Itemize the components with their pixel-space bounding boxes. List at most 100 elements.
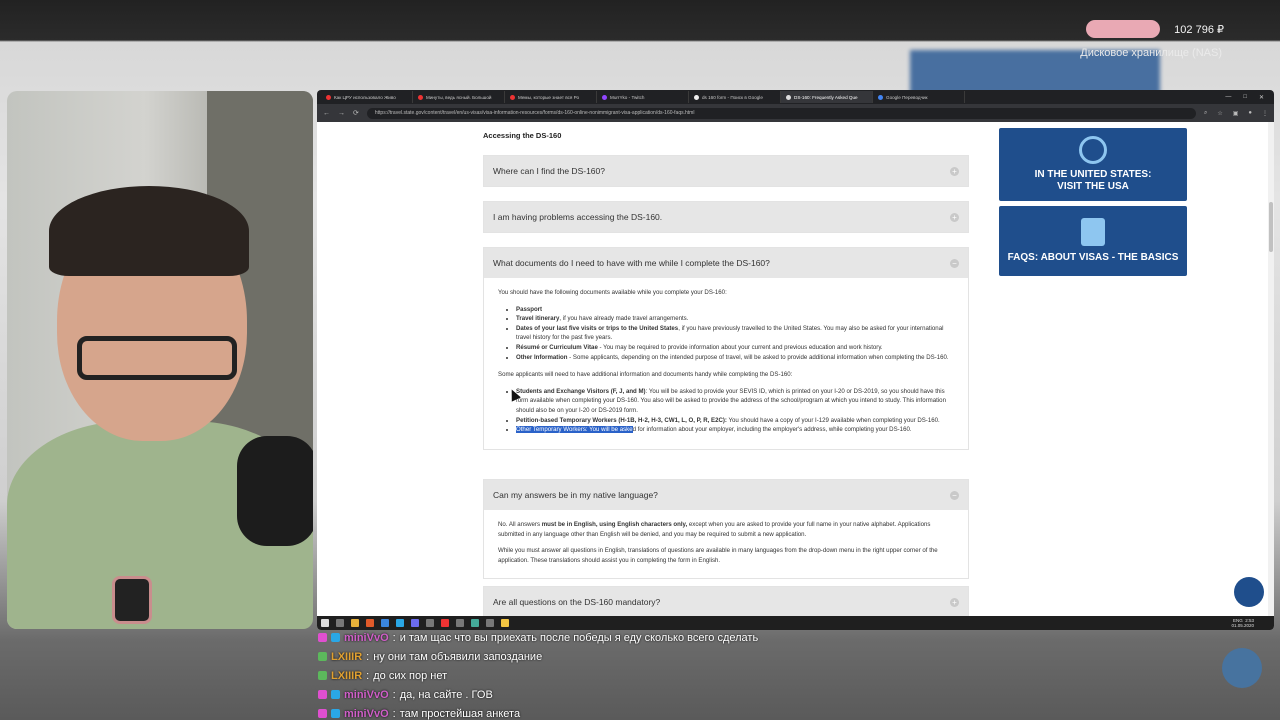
stream-overlay-top: 102 796 ₽	[1086, 20, 1224, 38]
taskbar-app-icon[interactable]	[456, 619, 464, 627]
taskbar-app-icon[interactable]	[486, 619, 494, 627]
browser-tab[interactable]: ds 160 form - Поиск в Google	[689, 91, 781, 103]
taskbar-app-icon[interactable]	[471, 619, 479, 627]
webcam-microphone	[237, 436, 313, 546]
scrollbar[interactable]	[1268, 122, 1274, 616]
taskbar-app-icon[interactable]	[381, 619, 389, 627]
card-subtitle: VISIT THE USA	[1057, 181, 1129, 192]
back-icon[interactable]: ←	[323, 110, 330, 117]
visit-usa-card[interactable]: IN THE UNITED STATES: VISIT THE USA	[999, 128, 1187, 201]
webcam-person-glasses	[77, 336, 237, 380]
menu-icon[interactable]: ⋮	[1262, 110, 1268, 117]
list-item-text: You should have a copy of your I-129 ava…	[726, 416, 940, 424]
badge-icon	[318, 633, 327, 642]
expand-icon[interactable]: +	[950, 166, 959, 176]
tab-label: DS-160: Frequently Asked Que	[794, 94, 858, 100]
accordion-header[interactable]: Are all questions on the DS-160 mandator…	[484, 587, 968, 616]
list-item-bold: Passport	[516, 305, 543, 313]
badge-icon	[318, 671, 327, 680]
chat-text: и там щас что вы приехать после победы я…	[399, 631, 759, 644]
forward-icon[interactable]: →	[338, 110, 345, 117]
accordion-item[interactable]: Are all questions on the DS-160 mandator…	[483, 586, 969, 616]
list-item-bold: Other Information	[516, 353, 568, 361]
chat-nick: miniVvO	[344, 707, 389, 720]
accordion-title: Can my answers be in my native language?	[493, 490, 658, 500]
taskbar-clock[interactable]: ENG 2:53 01.05.2020	[1231, 618, 1274, 628]
tab-label: ds 160 form - Поиск в Google	[702, 94, 763, 100]
webcam-feed	[7, 91, 313, 629]
chatbot-icon[interactable]	[1234, 577, 1264, 607]
expand-icon[interactable]: +	[950, 597, 959, 607]
chat-text: там простейшая анкета	[399, 707, 521, 720]
list-item: Résumé or Curriculum Vitae - You may be …	[516, 343, 954, 353]
accordion-header[interactable]: Where can I find the DS-160? +	[484, 156, 968, 186]
faqs-basics-card[interactable]: FAQS: ABOUT VISAS - THE BASICS	[999, 206, 1187, 276]
chat-nick: LXIIIR	[331, 669, 363, 682]
accordion-item-expanded[interactable]: Can my answers be in my native language?…	[483, 479, 969, 580]
chat-separator: :	[392, 707, 396, 720]
start-icon[interactable]	[321, 619, 329, 627]
list-item-text: d for information about your employer, i…	[632, 426, 912, 434]
close-icon[interactable]: ✕	[1259, 94, 1264, 101]
browser-tab[interactable]: Google Переводчик	[873, 91, 965, 103]
list-item-text: - You may be required to provide informa…	[597, 343, 883, 351]
chat-message: miniVvO: там простейшая анкета	[318, 704, 918, 720]
accordion-item[interactable]: Where can I find the DS-160? +	[483, 155, 969, 187]
chat-nick: miniVvO	[344, 688, 389, 701]
accordion-item-expanded[interactable]: What documents do I need to have with me…	[483, 247, 969, 450]
chat-separator: :	[366, 669, 370, 682]
zoom-icon[interactable]: ⌕	[1204, 110, 1207, 117]
minimize-icon[interactable]: —	[1225, 94, 1231, 101]
bookmark-star-icon[interactable]: ☆	[1217, 110, 1222, 117]
collapse-icon[interactable]: −	[950, 258, 959, 268]
url-input[interactable]: https://travel.state.gov/content/travel/…	[366, 107, 1196, 119]
profile-icon[interactable]: ●	[1248, 110, 1252, 117]
list-item: Travel itinerary, if you have already ma…	[516, 314, 954, 324]
chat-text: ну они там объявили запоздание	[373, 650, 543, 663]
accordion-title: What documents do I need to have with me…	[493, 258, 770, 268]
book-icon	[1081, 218, 1105, 246]
taskbar-app-icon[interactable]	[336, 619, 344, 627]
extensions-icon[interactable]: ▣	[1233, 110, 1239, 117]
body-paragraph: While you must answer all questions in E…	[498, 547, 938, 564]
taskbar-app-icon[interactable]	[426, 619, 434, 627]
list-item-bold: Dates of your last five visits or trips …	[516, 324, 679, 332]
browser-toolbar-icons: ⌕ ☆ ▣ ● ⋮	[1204, 110, 1268, 117]
accordion-item[interactable]: I am having problems accessing the DS-16…	[483, 201, 969, 233]
browser-tab[interactable]: MurrYkо - Twitch	[597, 91, 689, 103]
accordion-header[interactable]: Can my answers be in my native language?…	[484, 480, 968, 510]
reload-icon[interactable]: ⟳	[353, 109, 359, 117]
expand-icon[interactable]: +	[950, 212, 959, 222]
list-item-bold: Résumé or Curriculum Vitae	[516, 343, 598, 351]
address-bar-row: ← → ⟳ https://travel.state.gov/content/t…	[317, 104, 1274, 122]
taskbar-app-icon[interactable]	[441, 619, 449, 627]
taskbar-app-icon[interactable]	[501, 619, 509, 627]
chat-message: miniVvO: и там щас что вы приехать после…	[318, 628, 918, 647]
paragraph-text: No. All answers	[498, 521, 542, 528]
browser-tab[interactable]: Минуты, ведь ясный. Большой	[413, 91, 505, 103]
accordion-header[interactable]: I am having problems accessing the DS-16…	[484, 202, 968, 232]
list-item: Petition-based Temporary Workers (H-1B, …	[516, 416, 954, 426]
badge-icon	[318, 652, 327, 661]
card-title: IN THE UNITED STATES:	[1034, 169, 1152, 180]
list-item-text: , if you have already made travel arrang…	[559, 315, 689, 323]
taskbar-app-icon[interactable]	[396, 619, 404, 627]
accordion-body: You should have the following documents …	[484, 278, 968, 449]
clock-date: 01.05.2020	[1231, 623, 1254, 628]
webcam-person-hair	[49, 186, 249, 276]
window-controls: — □ ✕	[1225, 94, 1274, 101]
browser-tab[interactable]: Мемы, которые знает вся Ро	[505, 91, 597, 103]
maximize-icon[interactable]: □	[1243, 94, 1247, 101]
tab-favicon-icon	[694, 94, 699, 100]
taskbar-app-icon[interactable]	[351, 619, 359, 627]
tab-label: Google Переводчик	[886, 94, 928, 100]
list-item: Students and Exchange Visitors (F, J, an…	[516, 387, 954, 416]
accordion-header[interactable]: What documents do I need to have with me…	[484, 248, 968, 278]
scrollbar-thumb[interactable]	[1269, 202, 1273, 252]
chat-separator: :	[366, 650, 370, 663]
browser-tab[interactable]: Как ЦРУ использовало Живо	[321, 91, 413, 103]
browser-tab-active[interactable]: DS-160: Frequently Asked Que	[781, 91, 873, 103]
taskbar-app-icon[interactable]	[411, 619, 419, 627]
taskbar-app-icon[interactable]	[366, 619, 374, 627]
collapse-icon[interactable]: −	[950, 490, 959, 500]
